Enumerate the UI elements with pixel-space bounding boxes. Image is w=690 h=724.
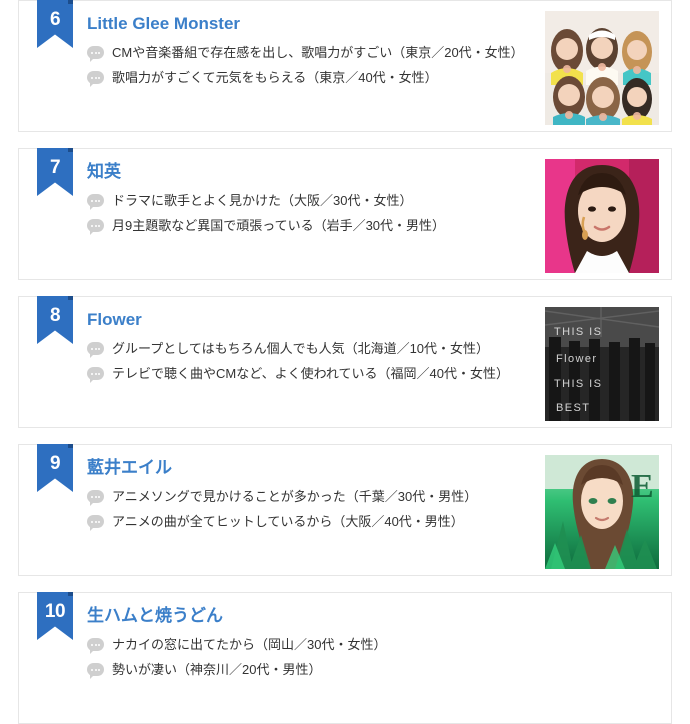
ranking-list: 6 Little Glee Monster CMや音楽番組で存在感を出し、歌唱力… [0, 0, 690, 724]
comment-bubble-icon [87, 342, 104, 358]
rank-card[interactable]: 8 Flower グループとしてはもちろん個人でも人気（北海道／10代・女性） … [18, 296, 672, 428]
card-thumbnail: THIS IS Flower THIS IS BEST [545, 307, 659, 421]
comment-bubble-icon [87, 638, 104, 654]
rank-number: 7 [49, 157, 61, 178]
ribbon-fold [68, 592, 73, 596]
comment-bubble-icon [87, 219, 104, 235]
card-thumbnail [545, 159, 659, 273]
card-body: 知英 ドラマに歌手とよく見かけた（大阪／30代・女性） 月9主題歌など異国で頑張… [19, 149, 671, 279]
comment-list: ナカイの窓に出てたから（岡山／30代・女性） 勢いが凄い（神奈川／20代・男性） [87, 635, 671, 680]
comment-bubble-icon [87, 46, 104, 62]
comment-text: 勢いが凄い（神奈川／20代・男性） [112, 662, 322, 677]
rank-number: 9 [49, 453, 61, 474]
svg-text:E: E [631, 468, 654, 505]
card-body: 生ハムと焼うどん ナカイの窓に出てたから（岡山／30代・女性） 勢いが凄い（神奈… [19, 593, 671, 723]
card-body: Flower グループとしてはもちろん個人でも人気（北海道／10代・女性） テレ… [19, 297, 671, 427]
list-item: 勢いが凄い（神奈川／20代・男性） [87, 660, 671, 680]
card-title[interactable]: 生ハムと焼うどん [87, 605, 671, 627]
card-body: Little Glee Monster CMや音楽番組で存在感を出し、歌唱力がす… [19, 1, 671, 131]
comment-bubble-icon [87, 367, 104, 383]
rank-card[interactable]: 6 Little Glee Monster CMや音楽番組で存在感を出し、歌唱力… [18, 0, 672, 132]
card-body: 藍井エイル アニメソングで見かけることが多かった（千葉／30代・男性） アニメの… [19, 445, 671, 575]
comment-text: ナカイの窓に出てたから（岡山／30代・女性） [112, 637, 387, 652]
card-thumbnail [545, 11, 659, 125]
comment-bubble-icon [87, 515, 104, 531]
rank-card[interactable]: 7 知英 ドラマに歌手とよく見かけた（大阪／30代・女性） 月9主題歌など異国で… [18, 148, 672, 280]
comment-bubble-icon [87, 71, 104, 87]
rank-number: 8 [49, 305, 61, 326]
rank-number: 10 [44, 601, 66, 622]
ribbon-fold [68, 444, 73, 448]
card-thumbnail: E [545, 455, 659, 569]
comment-bubble-icon [87, 490, 104, 506]
ribbon-fold [68, 296, 73, 300]
ribbon-fold [68, 0, 73, 4]
rank-card[interactable]: 9 藍井エイル アニメソングで見かけることが多かった（千葉／30代・男性） アニ… [18, 444, 672, 576]
comment-bubble-icon [87, 194, 104, 210]
list-item: ナカイの窓に出てたから（岡山／30代・女性） [87, 635, 671, 655]
comment-bubble-icon [87, 663, 104, 679]
rank-number: 6 [49, 9, 61, 30]
ribbon-fold [68, 148, 73, 152]
rank-card[interactable]: 10 生ハムと焼うどん ナカイの窓に出てたから（岡山／30代・女性） 勢いが凄い… [18, 592, 672, 724]
